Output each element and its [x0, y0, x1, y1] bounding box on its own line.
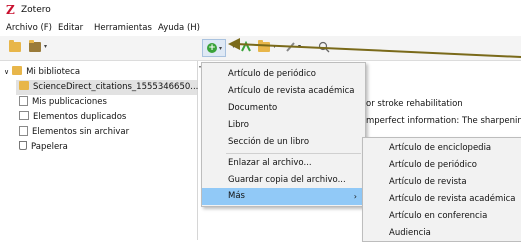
annotation-arrow — [228, 38, 521, 58]
